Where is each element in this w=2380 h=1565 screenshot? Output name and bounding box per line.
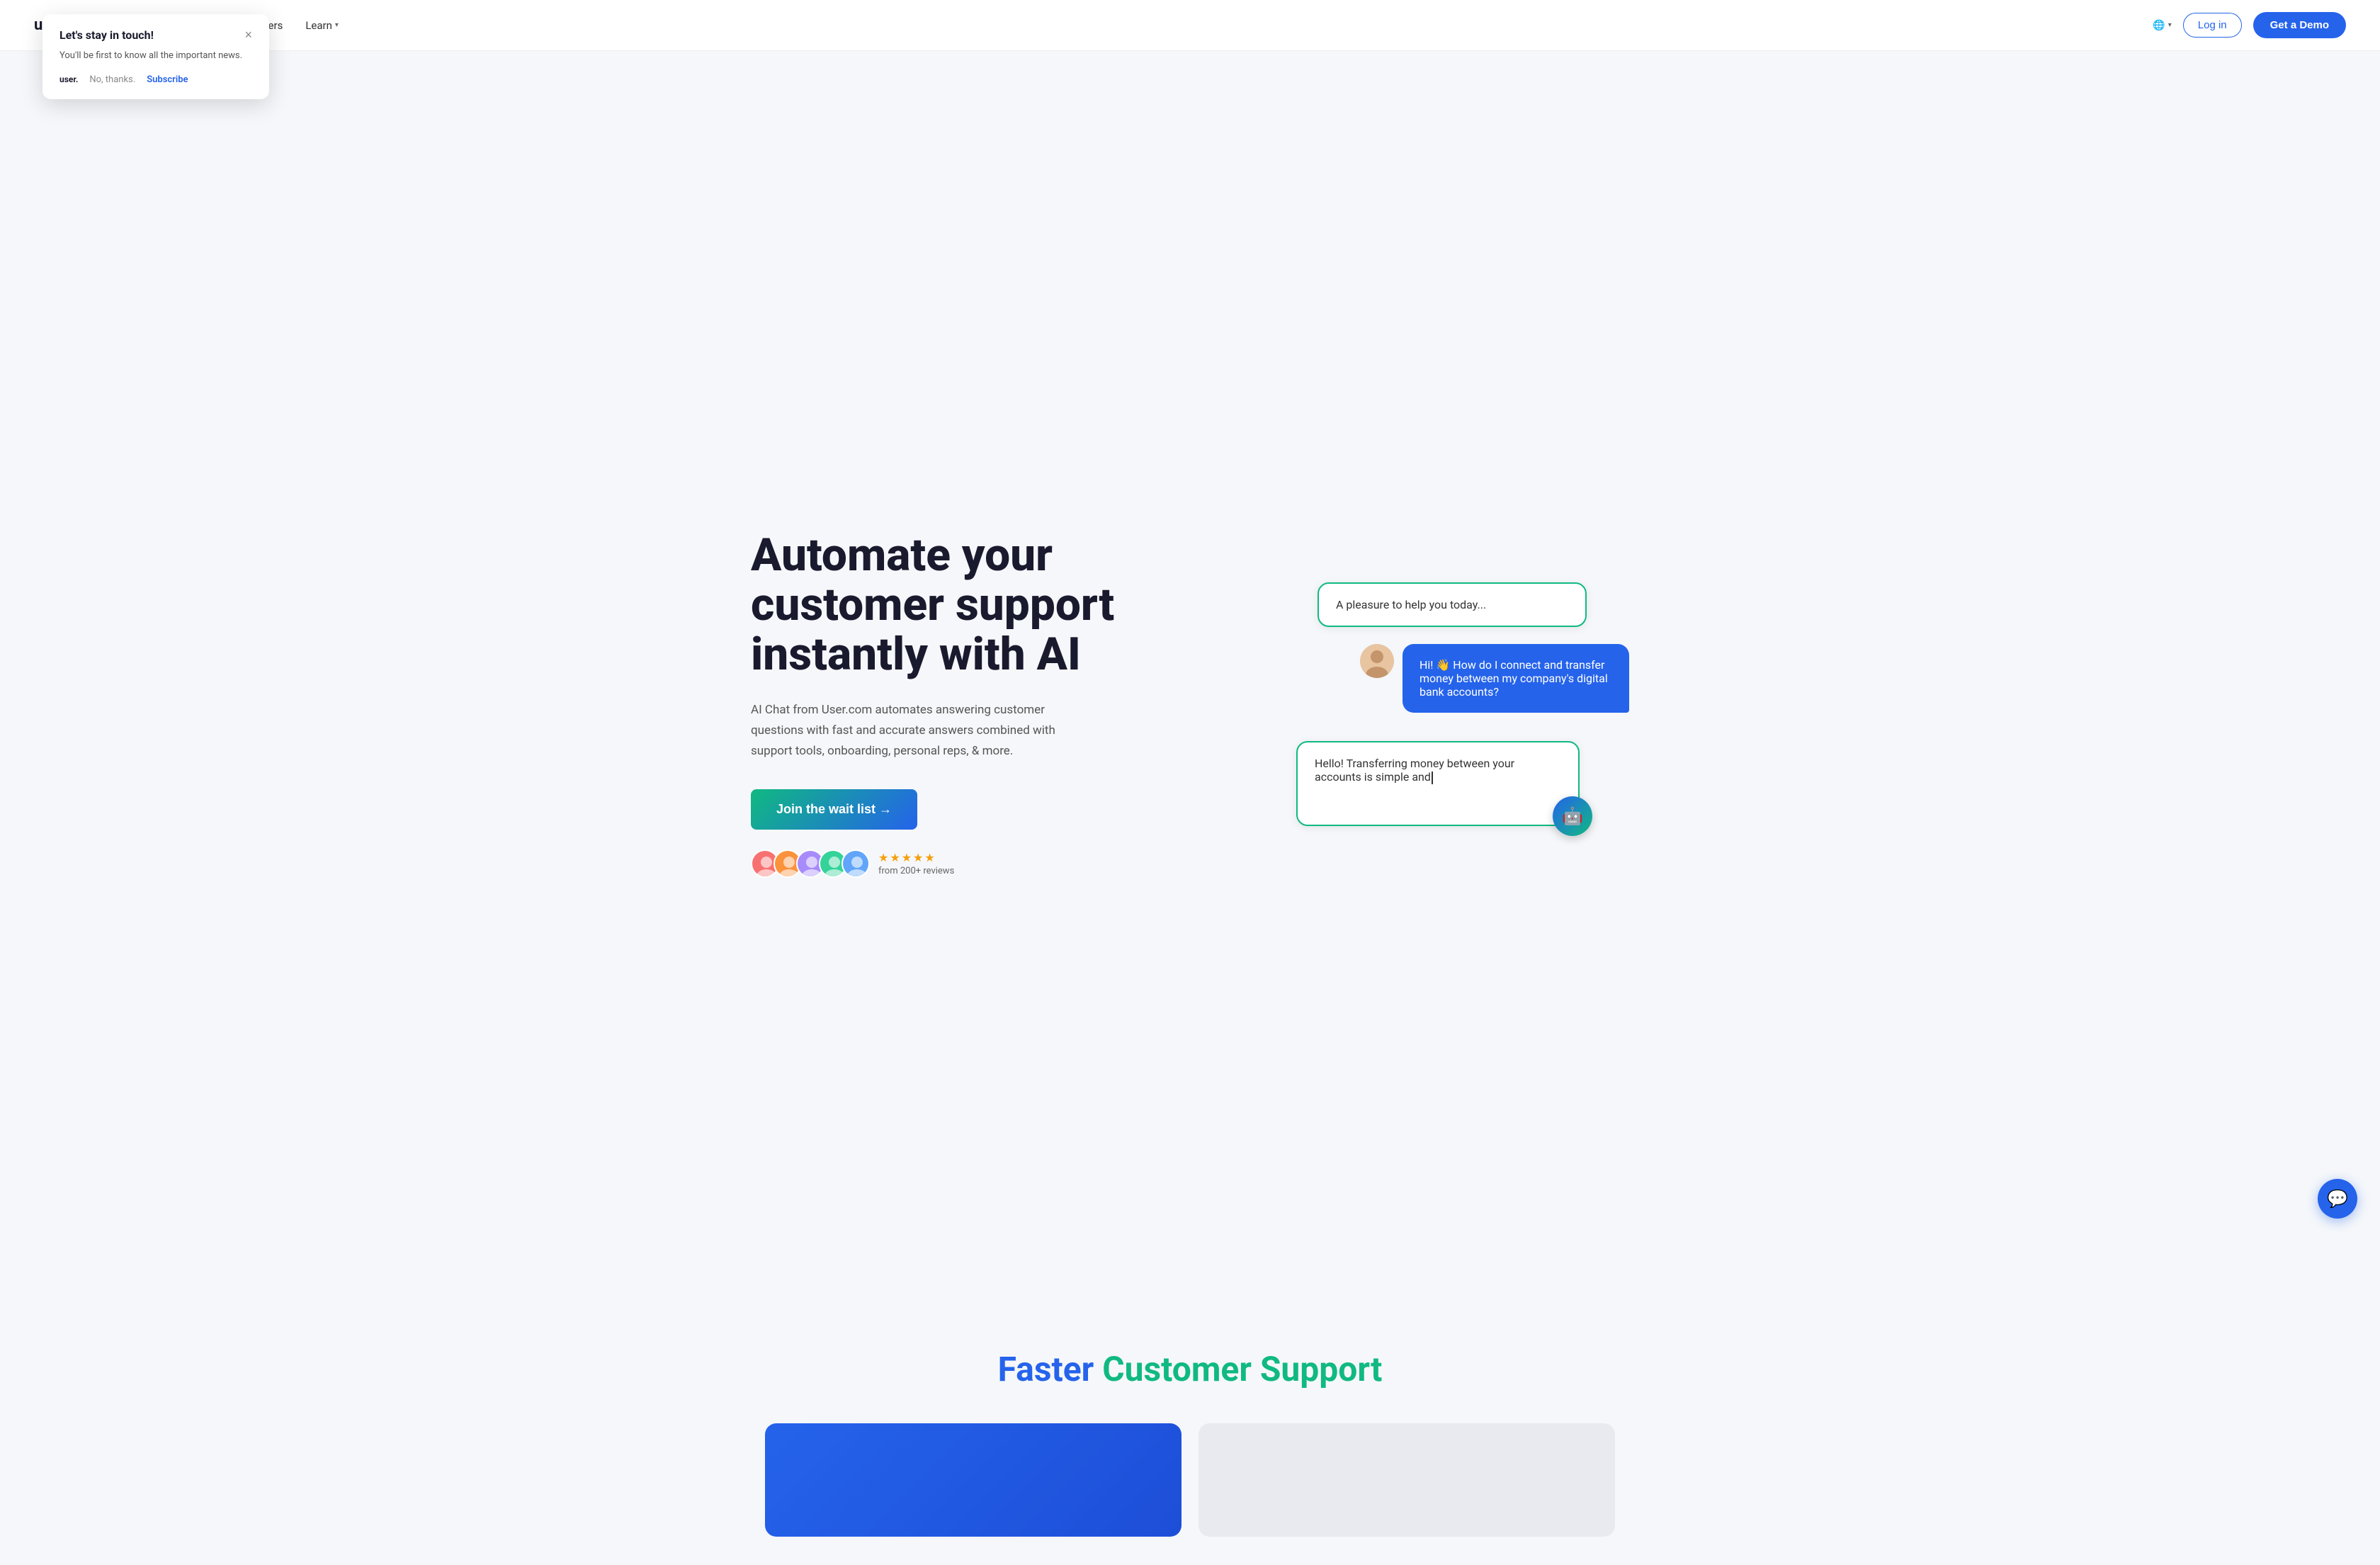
bot-avatar: 🤖 xyxy=(1553,796,1592,836)
globe-icon: 🌐 xyxy=(2153,19,2165,31)
reviewer-avatars xyxy=(751,849,870,878)
star-rating: ★ ★ ★ ★ ★ xyxy=(878,851,954,864)
language-selector[interactable]: 🌐 ▾ xyxy=(2153,19,2171,31)
feature-card-gray xyxy=(1198,1423,1615,1537)
ai-reply-bubble: Hello! Transferring money between your a… xyxy=(1296,741,1580,826)
star-icon: ★ xyxy=(890,851,900,864)
hero-title: Automate your customer support instantly… xyxy=(751,531,1148,680)
popup-title: Let's stay in touch! xyxy=(60,28,154,42)
popup-subscribe-button[interactable]: Subscribe xyxy=(147,74,188,85)
chat-demo: A pleasure to help you today... Hi! 👋 Ho… xyxy=(1275,582,1629,826)
popup-footer: user. No, thanks. Subscribe xyxy=(60,74,252,85)
faster-teal-text: Customer Support xyxy=(1102,1349,1382,1389)
star-icon: ★ xyxy=(913,851,923,864)
reviews-section: ★ ★ ★ ★ ★ from 200+ reviews xyxy=(751,849,1148,878)
user-avatar xyxy=(1360,644,1394,678)
popup-logo: user. xyxy=(60,74,78,84)
reviews-count: from 200+ reviews xyxy=(878,866,954,876)
popup-header: Let's stay in touch! × xyxy=(60,28,252,42)
feature-card-blue xyxy=(765,1423,1182,1537)
nav-right: 🌐 ▾ Log in Get a Demo xyxy=(2153,12,2346,38)
ai-greeting-bubble: A pleasure to help you today... xyxy=(1318,582,1587,627)
chevron-down-icon: ▾ xyxy=(335,21,339,29)
chat-icon: 💬 xyxy=(2327,1189,2348,1209)
star-icon: ★ xyxy=(924,851,934,864)
faster-section: Faster Customer Support xyxy=(0,1292,2380,1565)
popup-description: You'll be first to know all the importan… xyxy=(60,49,252,63)
hero-left: Automate your customer support instantly… xyxy=(751,531,1148,878)
reviews-info: ★ ★ ★ ★ ★ from 200+ reviews xyxy=(878,851,954,876)
star-icon: ★ xyxy=(878,851,888,864)
faster-title: Faster Customer Support xyxy=(57,1349,2323,1389)
star-icon: ★ xyxy=(902,851,912,864)
hero-section: Automate your customer support instantly… xyxy=(694,102,1686,1292)
navbar: user. Solutions ▾ Customers Partners Lea… xyxy=(0,0,2380,51)
text-cursor xyxy=(1432,772,1433,784)
popup-no-thanks[interactable]: No, thanks. xyxy=(89,74,135,85)
hero-right: A pleasure to help you today... Hi! 👋 Ho… xyxy=(1275,582,1629,826)
feature-cards xyxy=(765,1423,1615,1537)
login-button[interactable]: Log in xyxy=(2183,13,2242,38)
popup-close-button[interactable]: × xyxy=(244,28,252,41)
user-message-bubble: Hi! 👋 How do I connect and transfer mone… xyxy=(1402,644,1629,713)
chat-support-button[interactable]: 💬 xyxy=(2318,1179,2357,1219)
avatar xyxy=(842,849,870,878)
hero-description: AI Chat from User.com automates answerin… xyxy=(751,700,1091,762)
newsletter-popup: Let's stay in touch! × You'll be first t… xyxy=(42,14,269,99)
nav-learn[interactable]: Learn ▾ xyxy=(305,19,339,32)
get-demo-button[interactable]: Get a Demo xyxy=(2253,12,2346,38)
join-waitlist-button[interactable]: Join the wait list → xyxy=(751,789,917,830)
chevron-down-icon: ▾ xyxy=(2168,21,2172,29)
faster-blue-text: Faster xyxy=(998,1349,1094,1389)
